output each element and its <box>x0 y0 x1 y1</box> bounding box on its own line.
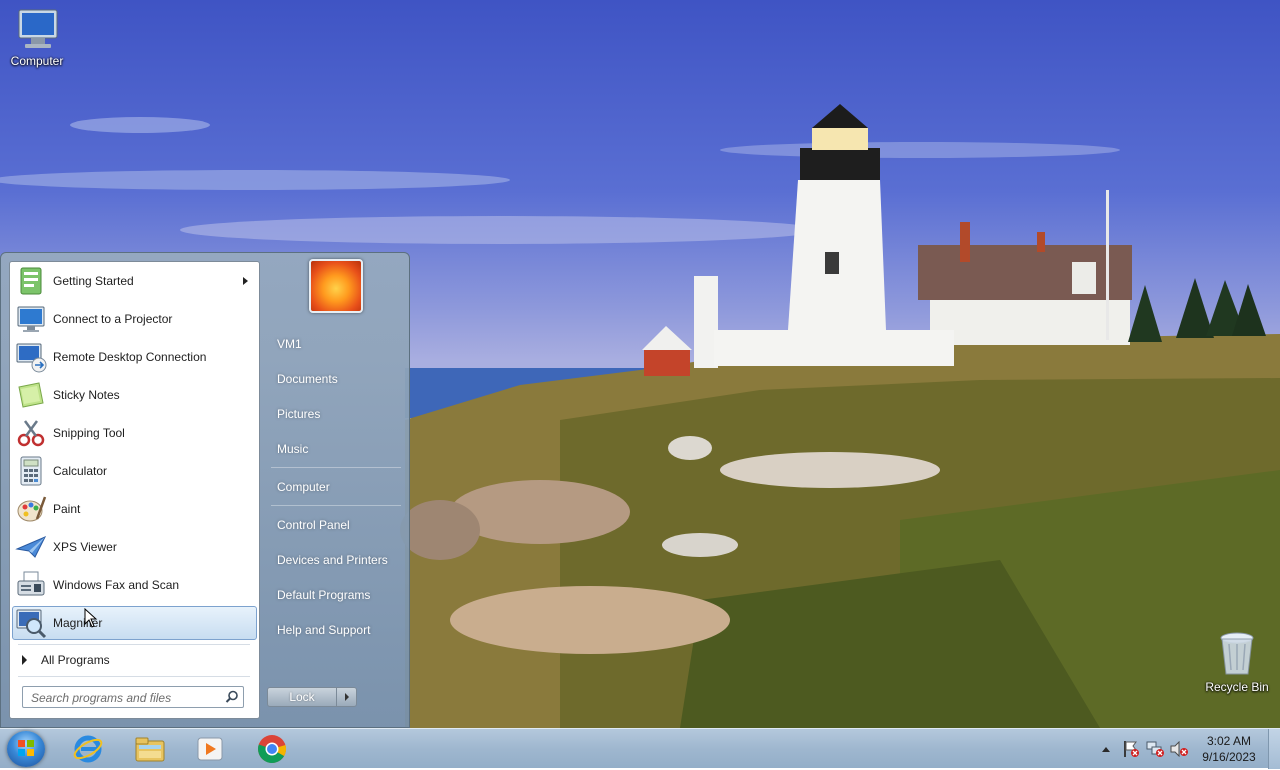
taskbar-file-explorer[interactable] <box>122 731 178 767</box>
search-icon[interactable] <box>225 690 239 704</box>
link-music[interactable]: Music <box>267 434 401 464</box>
link-help-and-support[interactable]: Help and Support <box>267 615 401 645</box>
recycle-bin-icon <box>1220 632 1254 675</box>
start-button[interactable] <box>7 731 45 767</box>
fax-scan-icon <box>17 571 45 596</box>
user-picture-avatar[interactable] <box>309 259 363 313</box>
program-sticky-notes[interactable]: Sticky Notes <box>12 378 257 412</box>
show-desktop-button[interactable] <box>1268 729 1280 769</box>
submenu-arrow-icon <box>243 277 248 285</box>
taskbar-clock[interactable]: 3:02 AM 9/16/2023 <box>1196 733 1262 765</box>
link-label: Documents <box>277 372 338 386</box>
separator <box>18 676 250 677</box>
desktop-icon-computer[interactable]: Computer <box>0 8 77 68</box>
link-documents[interactable]: Documents <box>267 364 401 394</box>
link-computer[interactable]: Computer <box>267 472 401 502</box>
link-default-programs[interactable]: Default Programs <box>267 580 401 610</box>
program-label: Paint <box>53 502 81 516</box>
program-remote-desktop[interactable]: Remote Desktop Connection <box>12 340 257 374</box>
magnifier-icon <box>16 609 47 639</box>
separator <box>18 644 250 645</box>
taskbar-chrome[interactable] <box>244 731 300 767</box>
program-getting-started[interactable]: Getting Started <box>12 264 257 298</box>
clock-time: 3:02 AM <box>1206 734 1252 748</box>
program-label: Windows Fax and Scan <box>53 578 180 592</box>
link-control-panel[interactable]: Control Panel <box>267 510 401 540</box>
start-menu: Getting Started Connect to a Projector R… <box>0 252 410 728</box>
program-xps-viewer[interactable]: XPS Viewer <box>12 530 257 564</box>
program-label: Remote Desktop Connection <box>53 350 207 364</box>
link-label: Control Panel <box>277 518 350 532</box>
expand-arrow-icon <box>22 655 27 665</box>
media-player-icon <box>197 737 223 761</box>
chevron-right-icon <box>345 693 349 701</box>
show-hidden-icons-icon[interactable] <box>1101 745 1111 753</box>
action-center-icon[interactable] <box>1122 741 1140 757</box>
program-label: Snipping Tool <box>53 426 125 440</box>
getting-started-icon <box>20 267 42 295</box>
separator <box>271 467 401 468</box>
clock-date: 9/16/2023 <box>1202 750 1256 764</box>
separator <box>271 505 401 506</box>
link-devices-and-printers[interactable]: Devices and Printers <box>267 545 401 575</box>
link-label: Devices and Printers <box>277 553 388 567</box>
program-snipping-tool[interactable]: Snipping Tool <box>12 416 257 450</box>
computer-icon <box>18 9 58 48</box>
all-programs-button[interactable]: All Programs <box>12 648 257 672</box>
taskbar: 3:02 AM 9/16/2023 <box>0 728 1280 769</box>
mouse-cursor-icon <box>84 608 98 628</box>
file-explorer-icon <box>135 737 165 762</box>
windows-logo-icon <box>18 740 34 756</box>
volume-muted-icon[interactable] <box>1170 741 1188 757</box>
search-box <box>22 686 244 708</box>
paint-icon <box>17 496 47 522</box>
program-fax-and-scan[interactable]: Windows Fax and Scan <box>12 568 257 602</box>
desktop-icon-recycle-bin[interactable]: Recycle Bin <box>1197 630 1277 694</box>
internet-explorer-icon <box>73 735 103 763</box>
link-label: Computer <box>277 480 330 494</box>
program-paint[interactable]: Paint <box>12 492 257 526</box>
sticky-notes-icon <box>18 382 44 408</box>
search-input[interactable] <box>29 688 223 708</box>
desktop-icon-label: Recycle Bin <box>1205 680 1269 694</box>
program-magnifier[interactable]: Magnifier <box>12 606 257 640</box>
programs-pane: Getting Started Connect to a Projector R… <box>9 261 260 719</box>
chrome-icon <box>258 735 287 763</box>
link-label: Default Programs <box>277 588 371 602</box>
program-label: Getting Started <box>53 274 134 288</box>
program-label: Sticky Notes <box>53 388 120 402</box>
desktop-icon-label: Computer <box>10 54 64 68</box>
link-label: Pictures <box>277 407 321 421</box>
program-calculator[interactable]: Calculator <box>12 454 257 488</box>
taskbar-media-player[interactable] <box>182 731 238 767</box>
program-label: XPS Viewer <box>53 540 117 554</box>
shutdown-options-button[interactable] <box>336 687 357 707</box>
all-programs-label: All Programs <box>41 653 110 667</box>
link-user-folder[interactable]: VM1 <box>267 329 401 359</box>
program-label: Calculator <box>53 464 108 478</box>
lock-button[interactable]: Lock <box>267 687 337 707</box>
network-icon[interactable] <box>1146 741 1164 757</box>
link-label: Help and Support <box>277 623 371 637</box>
snipping-tool-icon <box>17 420 45 447</box>
program-connect-to-projector[interactable]: Connect to a Projector <box>12 302 257 336</box>
link-label: Music <box>277 442 309 456</box>
program-label: Connect to a Projector <box>53 312 173 326</box>
taskbar-internet-explorer[interactable] <box>60 731 116 767</box>
projector-icon <box>17 306 45 332</box>
link-pictures[interactable]: Pictures <box>267 399 401 429</box>
remote-desktop-icon <box>16 343 47 373</box>
link-label: VM1 <box>277 337 302 351</box>
xps-viewer-icon <box>15 536 47 558</box>
calculator-icon <box>20 456 42 486</box>
